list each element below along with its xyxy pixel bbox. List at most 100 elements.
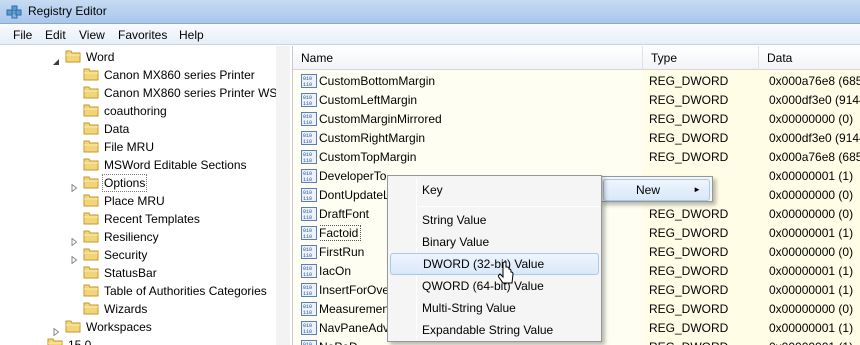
- tree-node[interactable]: 15.0: [0, 336, 276, 345]
- folder-icon: [83, 140, 99, 153]
- tree-node-label: 15.0: [68, 338, 92, 345]
- value-row[interactable]: 010 110 CustomRightMargin REG_DWORD 0x000df3…: [293, 129, 860, 148]
- tree-node[interactable]: Place MRU: [0, 192, 276, 210]
- tree-node-label: MSWord Editable Sections: [104, 158, 247, 172]
- tree-node[interactable]: Options: [0, 174, 276, 193]
- folder-icon: [83, 266, 99, 279]
- reg-dword-icon: 010110: [301, 321, 317, 335]
- tree-node-label: Table of Authorities Categories: [104, 284, 267, 298]
- expand-icon[interactable]: [70, 251, 78, 265]
- title-bar[interactable]: Registry Editor: [0, 0, 860, 24]
- value-row[interactable]: 010 110 CustomMarginMirrored REG_DWORD 0x000…: [293, 110, 860, 129]
- tree-node[interactable]: Table of Authorities Categories: [0, 282, 276, 300]
- mouse-pointer-icon: [498, 262, 514, 284]
- menu-view[interactable]: View: [78, 28, 106, 42]
- tree-node[interactable]: Resiliency: [0, 228, 276, 247]
- tree-node[interactable]: File MRU: [0, 138, 276, 156]
- folder-icon: [83, 302, 99, 315]
- tree-node[interactable]: Canon MX860 series Printer WS: [0, 84, 276, 102]
- tree-node[interactable]: Word: [0, 48, 276, 66]
- folder-icon: [83, 284, 99, 297]
- value-name: CustomLeftMargin: [319, 93, 418, 107]
- tree-node-label: Security: [104, 248, 148, 262]
- tree-node[interactable]: StatusBar: [0, 264, 276, 282]
- value-type: REG_DWORD: [649, 226, 729, 240]
- tree-scrollbar[interactable]: [276, 46, 290, 345]
- reg-dword-icon: 010110: [301, 283, 317, 297]
- menu-file[interactable]: File: [12, 28, 33, 42]
- menu-item-new-value[interactable]: DWORD (32-bit) Value: [390, 253, 599, 275]
- menu-help[interactable]: Help: [178, 28, 205, 42]
- tree-node-label: File MRU: [104, 140, 154, 154]
- menu-item-key[interactable]: Key: [390, 179, 599, 201]
- reg-dword-icon: 010110: [301, 150, 317, 164]
- svg-text:110: 110: [303, 215, 312, 221]
- tree-node[interactable]: Security: [0, 246, 276, 265]
- reg-dword-icon: 010110: [301, 188, 317, 202]
- menu-item-new-value[interactable]: String Value: [390, 209, 599, 231]
- new-submenu: Key String Value Binary Value DWORD (32-bi…: [387, 175, 602, 342]
- menu-item-new[interactable]: New ►: [603, 179, 710, 201]
- value-name: CustomTopMargin: [319, 150, 417, 164]
- value-data: 0x000df3e0 (91440: [769, 93, 860, 107]
- expand-icon[interactable]: [70, 233, 78, 247]
- folder-icon: [83, 230, 99, 243]
- value-row[interactable]: 010 110 CustomTopMargin REG_DWORD 0x000a76e8…: [293, 148, 860, 167]
- tree-node-label: Place MRU: [104, 194, 165, 208]
- menu-item-new-value[interactable]: Multi-String Value: [390, 297, 599, 319]
- value-data: 0x00000001 (1): [769, 338, 860, 345]
- menu-item-new-value[interactable]: QWORD (64-bit) Value: [390, 275, 599, 297]
- value-data: 0x000a76e8 (68580: [769, 74, 860, 88]
- tree-node[interactable]: Wizards: [0, 300, 276, 318]
- reg-dword-icon: 010110: [301, 264, 317, 278]
- reg-dword-icon: 010110: [301, 74, 317, 88]
- expand-icon[interactable]: [52, 323, 60, 337]
- svg-text:110: 110: [303, 139, 312, 145]
- expand-icon[interactable]: [34, 341, 42, 345]
- value-type: REG_DWORD: [649, 93, 729, 107]
- folder-icon: [83, 176, 99, 189]
- reg-dword-icon: 010110: [301, 93, 317, 107]
- tree-node-label: Canon MX860 series Printer WS: [104, 86, 276, 100]
- value-data: 0x00000000 (0): [769, 188, 854, 202]
- tree-node-label: Resiliency: [104, 230, 159, 244]
- tree-node-label: Workspaces: [86, 320, 152, 334]
- tree-node-label: Data: [104, 122, 130, 136]
- collapse-icon[interactable]: [52, 53, 60, 65]
- folder-icon: [83, 212, 99, 225]
- column-header-name[interactable]: Name: [293, 46, 643, 70]
- context-menu: New ►: [600, 176, 713, 202]
- tree-node[interactable]: coauthoring: [0, 102, 276, 120]
- folder-icon: [83, 122, 99, 135]
- value-type: REG_DWORD: [649, 321, 729, 335]
- svg-text:110: 110: [303, 291, 312, 297]
- menu-item-new-value[interactable]: Binary Value: [390, 231, 599, 253]
- tree-node[interactable]: MSWord Editable Sections: [0, 156, 276, 174]
- value-data: 0x00000000 (0): [769, 207, 854, 221]
- value-row[interactable]: 010 110 CustomBottomMargin REG_DWORD 0x000a7…: [293, 72, 860, 91]
- value-data: 0x000a76e8 (68580: [769, 150, 860, 164]
- tree-node[interactable]: Canon MX860 series Printer: [0, 66, 276, 84]
- svg-text:110: 110: [303, 234, 312, 240]
- list-header: Name Type Data: [293, 46, 860, 70]
- value-data: 0x00000001 (1): [769, 321, 854, 335]
- tree-node[interactable]: Data: [0, 120, 276, 138]
- value-row[interactable]: 010 110 CustomLeftMargin REG_DWORD 0x000df3e…: [293, 91, 860, 110]
- column-header-type[interactable]: Type: [643, 46, 759, 70]
- value-type: REG_DWORD: [649, 74, 729, 88]
- menu-separator: [418, 206, 599, 207]
- key-tree[interactable]: Word Canon MX860 series Printer Canon MX86…: [0, 46, 276, 345]
- reg-dword-icon: 010110: [301, 131, 317, 145]
- value-name: CustomMarginMirrored: [319, 112, 442, 126]
- expand-icon[interactable]: [70, 179, 78, 193]
- tree-node[interactable]: Workspaces: [0, 318, 276, 337]
- menu-edit[interactable]: Edit: [44, 28, 67, 42]
- folder-icon: [83, 158, 99, 171]
- reg-dword-icon: 010110: [301, 207, 317, 221]
- folder-icon: [47, 338, 63, 345]
- tree-node[interactable]: Recent Templates: [0, 210, 276, 228]
- menu-item-new-value[interactable]: Expandable String Value: [390, 319, 599, 341]
- menu-favorites[interactable]: Favorites: [117, 28, 168, 42]
- reg-dword-icon: 010110: [301, 226, 317, 240]
- column-header-data[interactable]: Data: [759, 46, 860, 70]
